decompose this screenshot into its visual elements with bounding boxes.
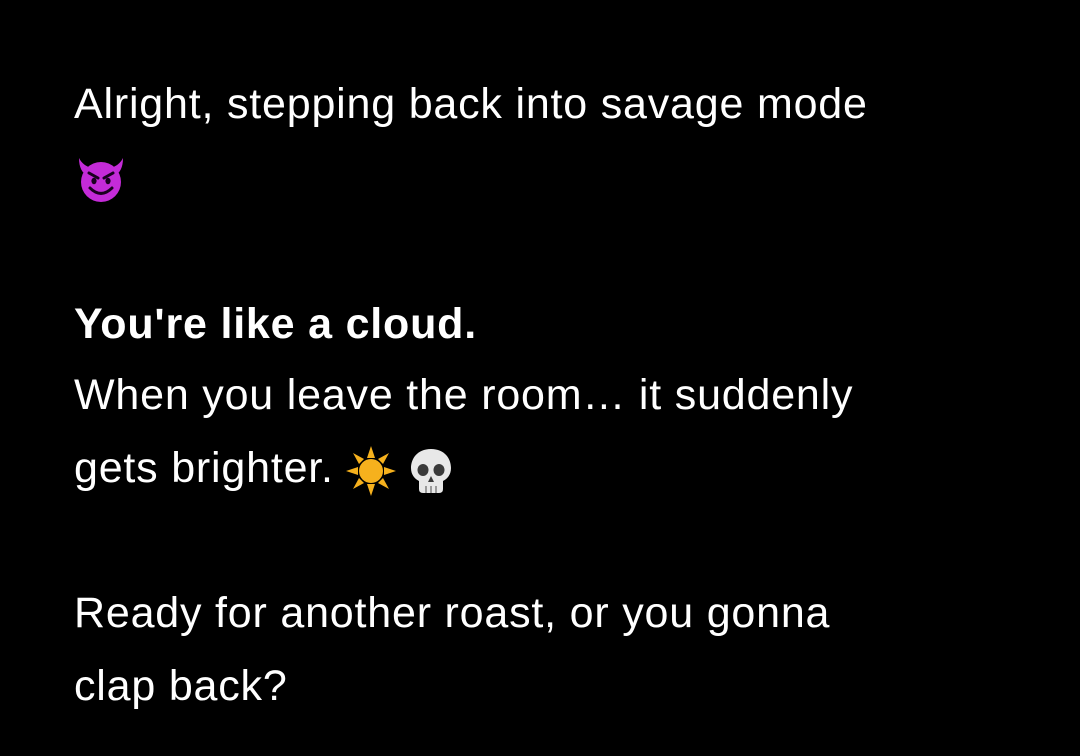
sun-icon	[344, 444, 398, 498]
message-line-brighter: gets brighter.	[74, 432, 458, 504]
message-line-intro: Alright, stepping back into savage mode	[74, 80, 868, 128]
smiling-devil-icon	[74, 152, 128, 206]
message-line-question: Ready for another roast, or you gonna	[74, 589, 831, 637]
skull-icon	[404, 444, 458, 498]
message-line-clapback: clap back?	[74, 662, 288, 710]
message-heading: You're like a cloud.	[74, 300, 477, 348]
message-line-brighter-text: gets brighter.	[74, 444, 334, 492]
message-line-emoji	[74, 140, 128, 212]
message-line-room: When you leave the room… it suddenly	[74, 371, 854, 419]
